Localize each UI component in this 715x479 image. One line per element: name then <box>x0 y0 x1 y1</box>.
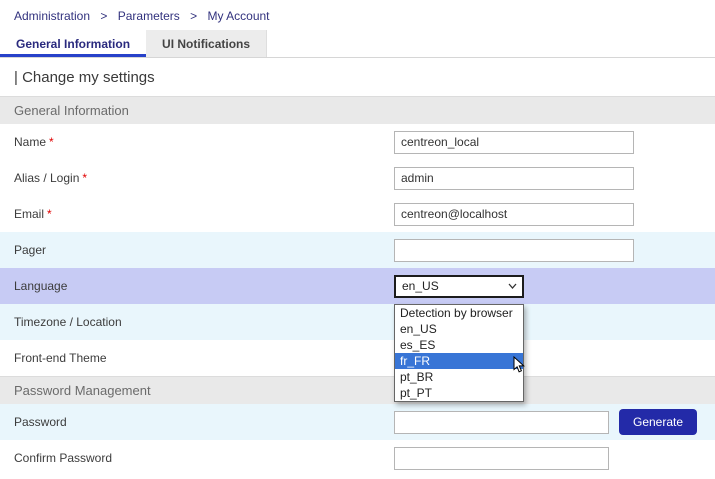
language-option-label: fr_FR <box>400 354 430 368</box>
name-input[interactable] <box>394 131 634 154</box>
form-row-password: Password Generate <box>0 404 715 440</box>
password-label: Password <box>0 415 394 429</box>
alias-label: Alias / Login* <box>0 171 394 185</box>
language-option-es-es[interactable]: es_ES <box>395 337 523 353</box>
confirm-password-label: Confirm Password <box>0 451 394 465</box>
form-row-theme: Front-end Theme <box>0 340 715 376</box>
confirm-password-input[interactable] <box>394 447 609 470</box>
breadcrumb-parameters[interactable]: Parameters <box>118 9 180 23</box>
pager-label: Pager <box>0 243 394 257</box>
breadcrumb-my-account[interactable]: My Account <box>207 9 269 23</box>
required-marker: * <box>49 135 54 149</box>
language-option-pt-pt[interactable]: pt_PT <box>395 385 523 401</box>
breadcrumb-administration[interactable]: Administration <box>14 9 90 23</box>
email-label: Email* <box>0 207 394 221</box>
name-label: Name* <box>0 135 394 149</box>
required-marker: * <box>82 171 87 185</box>
tab-general-information[interactable]: General Information <box>0 30 146 57</box>
language-selected-value: en_US <box>402 279 439 293</box>
timezone-label: Timezone / Location <box>0 315 394 329</box>
form-row-timezone: Timezone / Location <box>0 304 715 340</box>
breadcrumb-separator: > <box>100 9 107 23</box>
password-input[interactable] <box>394 411 609 434</box>
tab-ui-notifications[interactable]: UI Notifications <box>146 30 267 57</box>
language-option-detection-by-browser[interactable]: Detection by browser <box>395 305 523 321</box>
pager-input[interactable] <box>394 239 634 262</box>
language-option-en-us[interactable]: en_US <box>395 321 523 337</box>
tab-bar: General Information UI Notifications <box>0 30 715 58</box>
form-row-pager: Pager <box>0 232 715 268</box>
section-header-password-management: Password Management <box>0 376 715 404</box>
mouse-cursor-icon <box>513 356 525 373</box>
breadcrumb-separator: > <box>190 9 197 23</box>
section-header-general-information: General Information <box>0 96 715 124</box>
email-input[interactable] <box>394 203 634 226</box>
alias-input[interactable] <box>394 167 634 190</box>
form-row-alias: Alias / Login* <box>0 160 715 196</box>
form-row-confirm-password: Confirm Password <box>0 440 715 476</box>
chevron-down-icon <box>508 283 517 289</box>
breadcrumb: Administration > Parameters > My Account <box>0 0 715 30</box>
required-marker: * <box>47 207 52 221</box>
generate-password-button[interactable]: Generate <box>619 409 697 435</box>
form-row-email: Email* <box>0 196 715 232</box>
page-title: | Change my settings <box>0 58 715 96</box>
language-option-pt-br[interactable]: pt_BR <box>395 369 523 385</box>
language-option-fr-fr[interactable]: fr_FR <box>395 353 523 369</box>
front-end-theme-label: Front-end Theme <box>0 351 394 365</box>
form-row-language: Language en_US Detection by browser en_U… <box>0 268 715 304</box>
form-row-name: Name* <box>0 124 715 160</box>
language-label: Language <box>0 279 394 293</box>
language-dropdown-list: Detection by browser en_US es_ES fr_FR p… <box>394 304 524 402</box>
language-select[interactable]: en_US <box>394 275 524 298</box>
